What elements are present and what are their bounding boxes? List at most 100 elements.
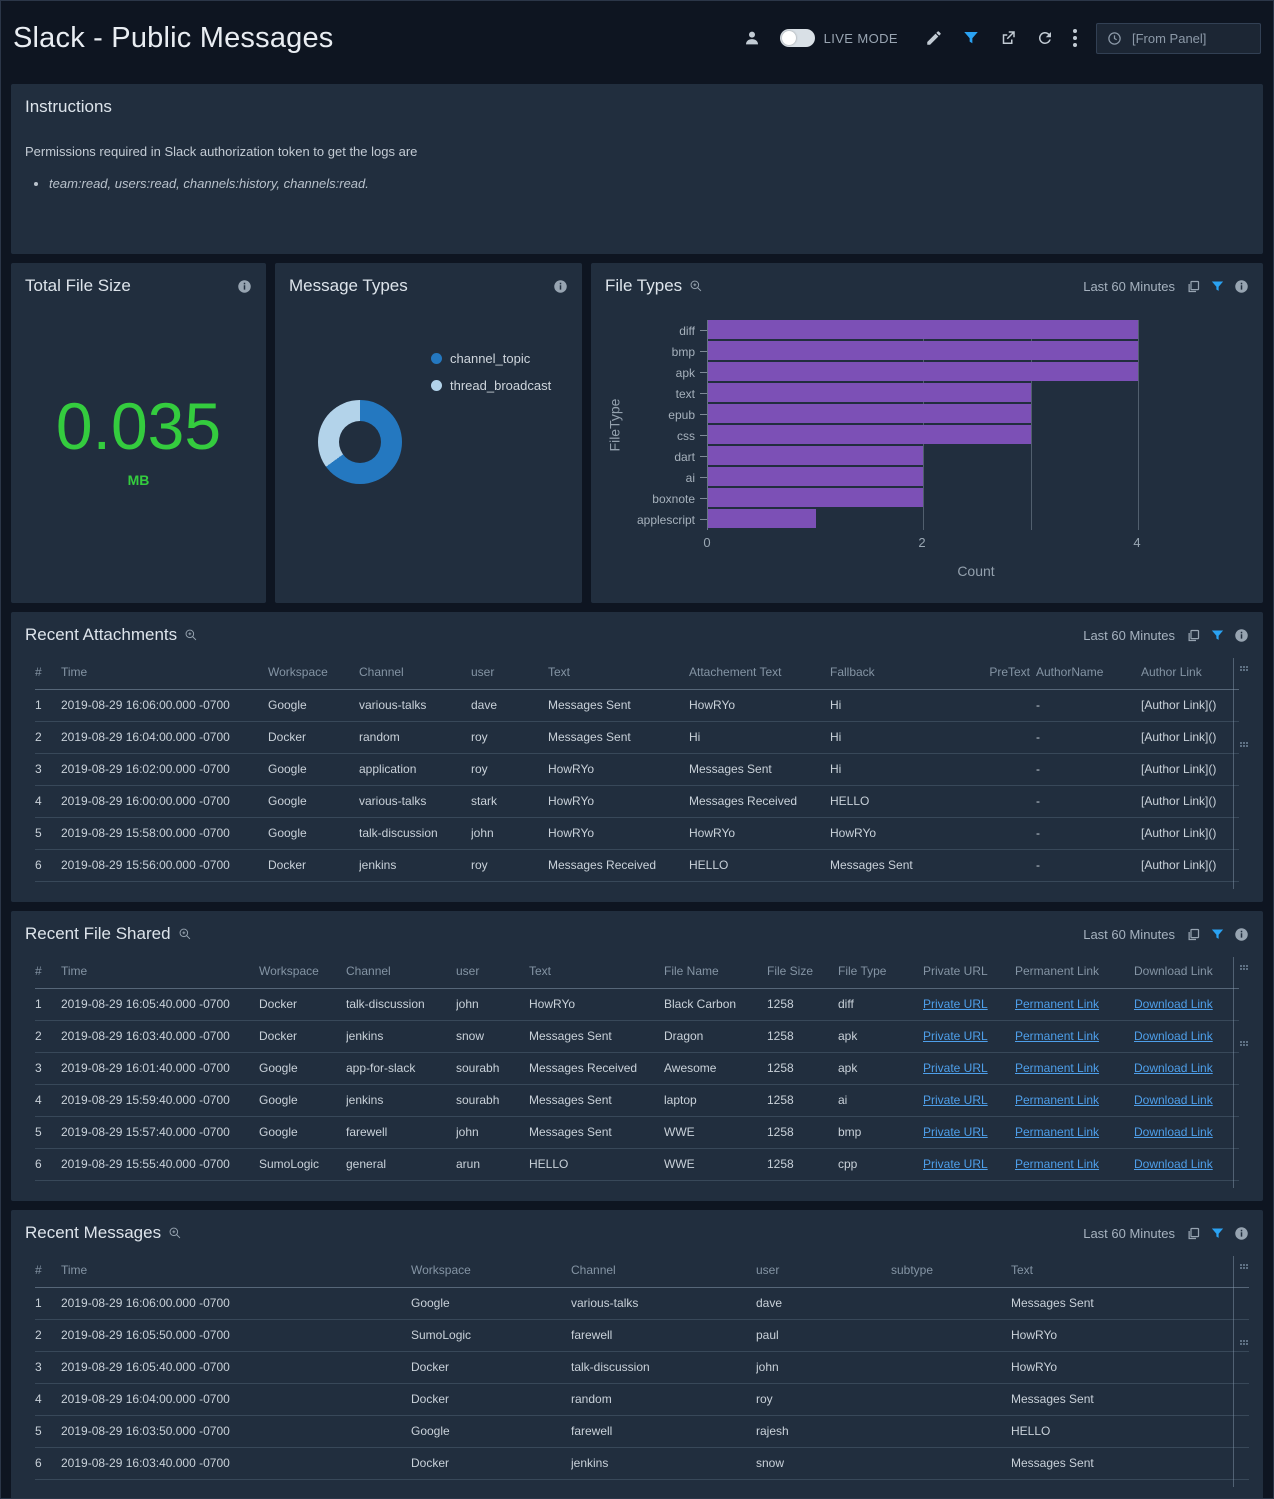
permanent-link-link[interactable]: Permanent Link (1015, 997, 1099, 1011)
file-types-bar-chart[interactable]: FileType diffbmpapktextepubcssdartaiboxn… (605, 320, 1245, 530)
column-header[interactable]: Channel (571, 1253, 756, 1287)
column-header[interactable]: Download Link (1134, 954, 1239, 988)
permanent-link-link[interactable]: Permanent Link (1015, 1157, 1099, 1171)
instructions-bullet: team:read, users:read, channels:history,… (49, 176, 1263, 191)
table-cell: HowRYo (1011, 1319, 1249, 1351)
download-link-link[interactable]: Download Link (1134, 1125, 1213, 1139)
copy-icon[interactable] (1186, 927, 1201, 942)
bar-apk[interactable] (708, 362, 1138, 381)
time-range-label[interactable]: Last 60 Minutes (1083, 279, 1175, 294)
bar-boxnote[interactable] (708, 488, 923, 507)
time-range-label[interactable]: Last 60 Minutes (1083, 628, 1175, 643)
download-link-link[interactable]: Download Link (1134, 1157, 1213, 1171)
message-types-donut-chart[interactable] (318, 400, 402, 484)
bar-ai[interactable] (708, 467, 923, 486)
column-header[interactable]: Workspace (259, 954, 346, 988)
info-icon[interactable] (1234, 628, 1249, 643)
column-header[interactable]: subtype (891, 1253, 1011, 1287)
private-url-link[interactable]: Private URL (923, 1029, 988, 1043)
column-header[interactable]: # (35, 655, 61, 689)
column-header[interactable]: Time (61, 655, 268, 689)
column-header[interactable]: Text (529, 954, 664, 988)
column-header[interactable]: Author Link (1141, 655, 1239, 689)
download-link-link[interactable]: Download Link (1134, 1093, 1213, 1107)
bar-text[interactable] (708, 383, 1031, 402)
filter-icon[interactable] (962, 29, 980, 47)
bar-applescript[interactable] (708, 509, 816, 528)
column-header[interactable]: Fallback (830, 655, 967, 689)
filter-icon[interactable] (1210, 927, 1225, 942)
column-header[interactable]: File Size (767, 954, 838, 988)
private-url-link[interactable]: Private URL (923, 1157, 988, 1171)
permanent-link-link[interactable]: Permanent Link (1015, 1029, 1099, 1043)
column-header[interactable]: user (756, 1253, 891, 1287)
table-scrollbar[interactable] (1233, 1256, 1249, 1487)
filter-icon[interactable] (1210, 279, 1225, 294)
column-header[interactable]: PreText (967, 655, 1036, 689)
info-icon[interactable] (237, 279, 252, 294)
live-mode-toggle[interactable] (780, 29, 815, 47)
from-panel-time-field[interactable]: [From Panel] (1096, 23, 1261, 54)
private-url-link[interactable]: Private URL (923, 1125, 988, 1139)
download-link-link[interactable]: Download Link (1134, 1029, 1213, 1043)
column-header[interactable]: AuthorName (1036, 655, 1141, 689)
column-header[interactable]: Time (61, 954, 259, 988)
info-icon[interactable] (1234, 279, 1249, 294)
info-icon[interactable] (1234, 1226, 1249, 1241)
column-header[interactable]: # (35, 954, 61, 988)
private-url-link[interactable]: Private URL (923, 1061, 988, 1075)
bar-dart[interactable] (708, 446, 923, 465)
legend-dot (431, 380, 442, 391)
bar-diff[interactable] (708, 320, 1138, 339)
kebab-menu-icon[interactable] (1073, 29, 1077, 47)
table-cell: Messages Received (689, 785, 830, 817)
column-header[interactable]: # (35, 1253, 61, 1287)
permanent-link-link[interactable]: Permanent Link (1015, 1093, 1099, 1107)
zoom-in-icon[interactable] (184, 628, 198, 642)
time-range-label[interactable]: Last 60 Minutes (1083, 927, 1175, 942)
zoom-in-icon[interactable] (689, 279, 703, 293)
column-header[interactable]: Channel (346, 954, 456, 988)
bar-css[interactable] (708, 425, 1031, 444)
private-url-link[interactable]: Private URL (923, 997, 988, 1011)
table-scrollbar[interactable] (1233, 957, 1249, 1188)
column-header[interactable]: Permanent Link (1015, 954, 1134, 988)
column-header[interactable]: Attachement Text (689, 655, 830, 689)
column-header[interactable]: Private URL (923, 954, 1015, 988)
column-header[interactable]: user (471, 655, 548, 689)
column-header[interactable]: Time (61, 1253, 411, 1287)
info-icon[interactable] (1234, 927, 1249, 942)
info-icon[interactable] (553, 279, 568, 294)
download-link-link[interactable]: Download Link (1134, 997, 1213, 1011)
copy-icon[interactable] (1186, 279, 1201, 294)
private-url-link[interactable]: Private URL (923, 1093, 988, 1107)
filter-icon[interactable] (1210, 1226, 1225, 1241)
copy-icon[interactable] (1186, 628, 1201, 643)
bar-bmp[interactable] (708, 341, 1138, 360)
legend-item-channel-topic[interactable]: channel_topic (431, 351, 551, 366)
time-range-label[interactable]: Last 60 Minutes (1083, 1226, 1175, 1241)
column-header[interactable]: Workspace (411, 1253, 571, 1287)
bar-epub[interactable] (708, 404, 1031, 423)
filter-icon[interactable] (1210, 628, 1225, 643)
column-header[interactable]: user (456, 954, 529, 988)
zoom-in-icon[interactable] (168, 1226, 182, 1240)
edit-pencil-icon[interactable] (925, 29, 943, 47)
zoom-in-icon[interactable] (178, 927, 192, 941)
table-scrollbar[interactable] (1233, 658, 1249, 889)
column-header[interactable]: Channel (359, 655, 471, 689)
column-header[interactable]: File Type (838, 954, 923, 988)
column-header[interactable]: Text (548, 655, 689, 689)
refresh-icon[interactable] (1036, 29, 1054, 47)
column-header[interactable]: File Name (664, 954, 767, 988)
share-icon[interactable] (999, 29, 1017, 47)
legend-item-thread-broadcast[interactable]: thread_broadcast (431, 378, 551, 393)
bar-category-label: epub (623, 404, 707, 425)
copy-icon[interactable] (1186, 1226, 1201, 1241)
permanent-link-link[interactable]: Permanent Link (1015, 1125, 1099, 1139)
table-cell: stark (471, 785, 548, 817)
column-header[interactable]: Text (1011, 1253, 1249, 1287)
permanent-link-link[interactable]: Permanent Link (1015, 1061, 1099, 1075)
download-link-link[interactable]: Download Link (1134, 1061, 1213, 1075)
column-header[interactable]: Workspace (268, 655, 359, 689)
